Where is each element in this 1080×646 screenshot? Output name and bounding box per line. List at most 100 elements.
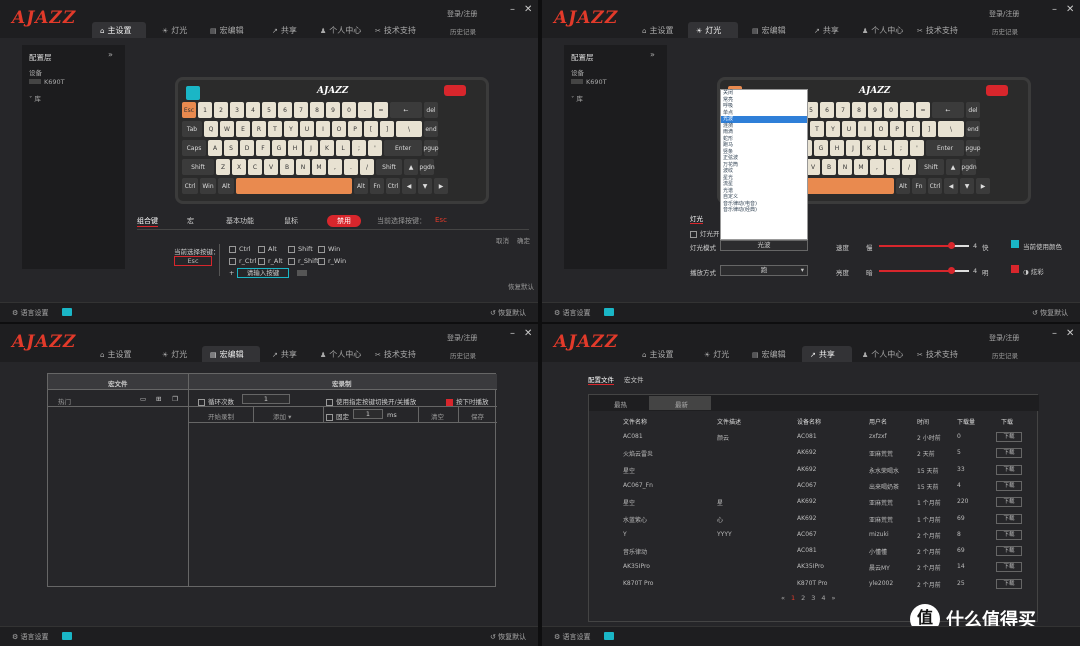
key[interactable]: Enter [926,140,964,156]
key[interactable]: M [312,159,326,175]
key[interactable]: J [846,140,860,156]
tab-support[interactable]: ✂ 技术支持 [909,22,958,38]
close-icon[interactable]: ✕ [1066,328,1074,339]
key[interactable]: Fn [912,178,926,194]
key[interactable]: pgdn [961,159,977,175]
rwin-checkbox[interactable]: r_Win [318,257,346,265]
key[interactable]: T [810,121,824,137]
download-button[interactable]: 下载 [996,562,1022,573]
login-link[interactable]: 登录/注册 [989,333,1019,343]
toggle-key-checkbox[interactable]: 使用指定按键切换开/关播放 [326,396,416,406]
key[interactable]: O [332,121,346,137]
tab-main-settings[interactable]: ⌂ 主设置 [634,22,673,38]
page-link[interactable]: 1 [791,594,801,602]
key[interactable]: Shift [918,159,944,175]
key[interactable]: Alt [218,178,234,194]
key[interactable]: 2 [214,102,228,118]
key[interactable]: ▼ [960,178,974,194]
loop-checkbox[interactable]: 循环次数 [198,396,234,406]
win-checkbox[interactable]: Win [318,245,340,253]
tab-macro-files[interactable]: 宏文件 [624,374,644,384]
download-button[interactable]: 下载 [996,480,1022,491]
key[interactable]: E [236,121,250,137]
library-item[interactable]: ˅ 库 [571,93,583,103]
key[interactable]: ◀ [944,178,958,194]
press-play-checkbox[interactable]: 按下时播放 [446,396,489,406]
tab-basic[interactable]: 基本功能 [226,216,254,226]
key[interactable]: 0 [884,102,898,118]
add-dropdown[interactable]: 添加 ▾ [273,411,291,421]
key[interactable]: Y [826,121,840,137]
restore-default-button[interactable]: ↺ 恢复默认 [1032,308,1068,318]
key[interactable]: ← [390,102,422,118]
device-model[interactable]: K690T [29,78,65,86]
effect-option[interactable]: 音乐律动(经典) [721,207,807,214]
speed-slider[interactable] [879,242,969,249]
key[interactable]: I [858,121,872,137]
folder-icon[interactable]: ▭ [140,395,146,403]
key[interactable]: , [870,159,884,175]
key[interactable]: V [264,159,278,175]
key[interactable]: 3 [230,102,244,118]
key[interactable]: J [304,140,318,156]
key[interactable]: [ [364,121,378,137]
save-button[interactable]: 保存 [471,411,484,421]
key[interactable]: / [902,159,916,175]
key[interactable]: D [240,140,254,156]
mode-select[interactable]: 光波 [720,240,808,251]
disable-button[interactable]: 禁用 [327,215,361,227]
key-input-button[interactable]: 请输入按键 [237,268,289,278]
key[interactable]: Ctrl [928,178,942,194]
double-chevron-icon[interactable]: » [108,50,113,59]
key[interactable]: G [814,140,828,156]
language-settings[interactable]: ⚙ 语言设置 [554,308,591,318]
ralt-checkbox[interactable]: r_Alt [258,257,283,265]
key[interactable]: ; [352,140,366,156]
chat-icon[interactable] [62,308,72,316]
play-select[interactable]: 跑 ▾ [720,265,808,276]
key[interactable]: del [966,102,980,118]
key[interactable]: , [328,159,342,175]
minimize-icon[interactable]: – [1052,4,1057,15]
key[interactable]: W [220,121,234,137]
page-link[interactable]: » [832,594,842,602]
key[interactable]: \ [396,121,422,137]
sort-hot[interactable]: 最热 [614,399,627,409]
restore-default-button[interactable]: ↺ 恢复默认 [490,632,526,642]
key[interactable]: I [316,121,330,137]
tab-personal[interactable]: ♟ 个人中心 [854,22,903,38]
history-dropdown[interactable]: 历史记录 [450,350,476,360]
key[interactable]: ; [894,140,908,156]
sort-new[interactable]: 最新 [675,399,688,409]
key[interactable]: H [830,140,844,156]
key[interactable]: = [916,102,930,118]
key[interactable]: H [288,140,302,156]
tab-share[interactable]: ↗ 共享 [264,22,297,38]
key[interactable]: K [862,140,876,156]
key[interactable]: ' [910,140,924,156]
download-button[interactable]: 下载 [996,513,1022,524]
key[interactable]: Q [204,121,218,137]
login-link[interactable]: 登录/注册 [989,9,1019,19]
effect-dropdown-list[interactable]: 关闭 常亮 呼吸 单点 光波 涟漪 雨滴 蛇形 跑马 竖条 正弦波 万花筒 波纹 星光 流星 光谱 自定义 音乐律… [720,89,808,240]
key[interactable]: 9 [326,102,340,118]
page-link[interactable]: 4 [821,594,831,602]
key[interactable]: U [842,121,856,137]
key[interactable]: Tab [182,121,202,137]
key[interactable]: end [966,121,980,137]
download-button[interactable]: 下载 [996,497,1022,508]
device-model[interactable]: K690T [571,78,607,86]
key[interactable]: ▼ [418,178,432,194]
tab-config-files[interactable]: 配置文件 [588,374,614,385]
key[interactable]: Ctrl [182,178,198,194]
key[interactable]: P [890,121,904,137]
key[interactable]: Y [284,121,298,137]
tab-support[interactable]: ✂ 技术支持 [909,346,958,362]
key[interactable]: \ [938,121,964,137]
key[interactable]: 6 [820,102,834,118]
close-icon[interactable]: ✕ [524,328,532,339]
close-icon[interactable]: ✕ [1066,4,1074,15]
key[interactable]: P [348,121,362,137]
key[interactable]: X [232,159,246,175]
key[interactable]: A [208,140,222,156]
